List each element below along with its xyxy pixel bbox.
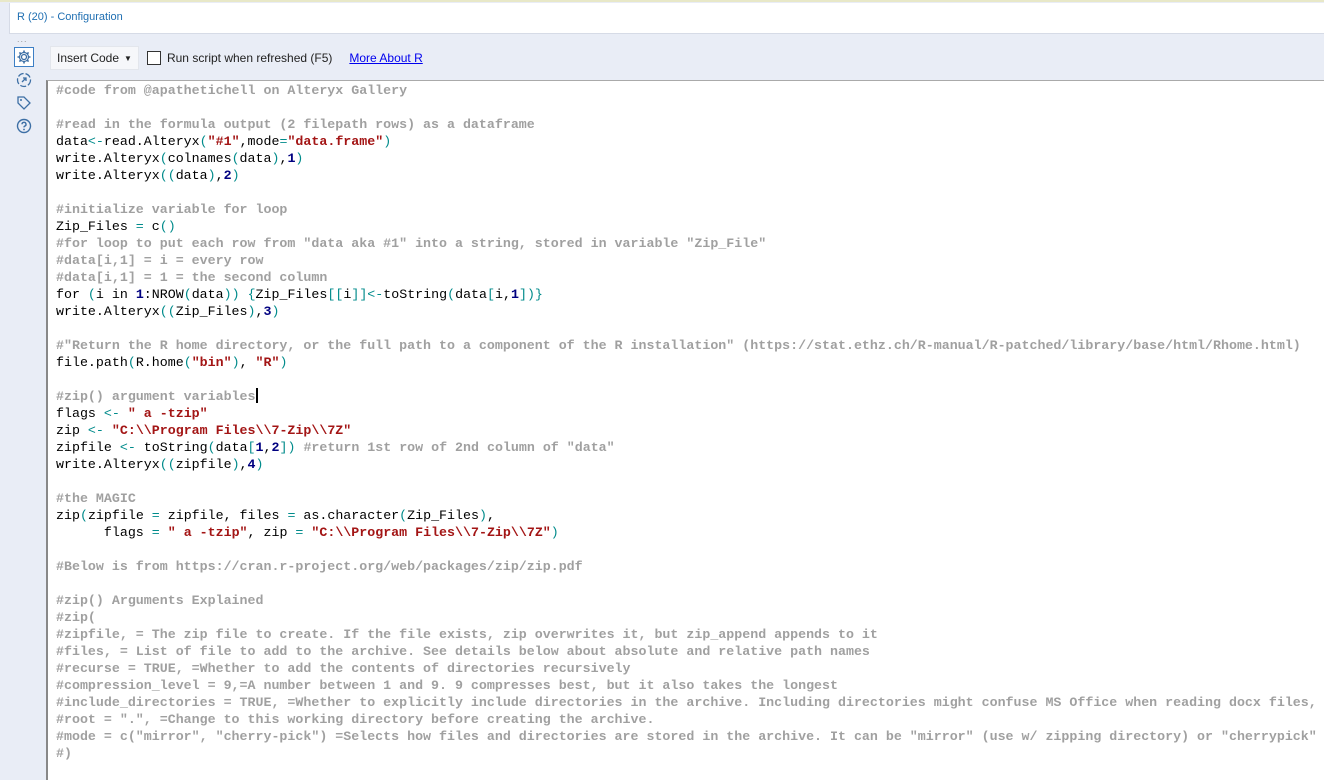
code-line[interactable] xyxy=(56,184,1317,201)
code-line[interactable]: data<-read.Alteryx("#1",mode="data.frame… xyxy=(56,133,1317,150)
code-line[interactable] xyxy=(56,99,1317,116)
code-line[interactable] xyxy=(56,320,1317,337)
code-line[interactable]: #) xyxy=(56,745,1317,762)
tag-icon[interactable] xyxy=(14,93,34,113)
code-line[interactable]: #data[i,1] = 1 = the second column xyxy=(56,269,1317,286)
chevron-down-icon: ▼ xyxy=(124,53,132,63)
code-line[interactable]: write.Alteryx((zipfile),4) xyxy=(56,456,1317,473)
code-line[interactable]: write.Alteryx((Zip_Files),3) xyxy=(56,303,1317,320)
code-line[interactable]: write.Alteryx(colnames(data),1) xyxy=(56,150,1317,167)
code-line[interactable]: #data[i,1] = i = every row xyxy=(56,252,1317,269)
connection-icon[interactable] xyxy=(14,70,34,90)
code-line[interactable]: #mode = c("mirror", "cherry-pick") =Sele… xyxy=(56,728,1317,745)
code-line[interactable]: #zipfile, = The zip file to create. If t… xyxy=(56,626,1317,643)
code-line[interactable]: #zip() Arguments Explained xyxy=(56,592,1317,609)
code-line[interactable]: zip <- "C:\\Program Files\\7-Zip\\7Z" xyxy=(56,422,1317,439)
code-line[interactable]: file.path(R.home("bin"), "R") xyxy=(56,354,1317,371)
code-line[interactable]: #root = ".", =Change to this working dir… xyxy=(56,711,1317,728)
code-line[interactable]: write.Alteryx((data),2) xyxy=(56,167,1317,184)
help-icon[interactable] xyxy=(14,116,34,136)
code-line[interactable]: Zip_Files = c() xyxy=(56,218,1317,235)
text-cursor xyxy=(255,388,258,403)
top-border xyxy=(0,0,1324,2)
code-line[interactable]: #include_directories = TRUE, =Whether to… xyxy=(56,694,1317,711)
code-line[interactable] xyxy=(56,575,1317,592)
run-script-checkbox[interactable] xyxy=(146,51,161,65)
window-title: R (20) - Configuration xyxy=(17,11,123,23)
code-line[interactable]: zip(zipfile = zipfile, files = as.charac… xyxy=(56,507,1317,524)
code-line[interactable]: #"Return the R home directory, or the fu… xyxy=(56,337,1317,354)
code-editor[interactable]: #code from @apathetichell on Alteryx Gal… xyxy=(46,80,1324,780)
code-line[interactable]: #zip( xyxy=(56,609,1317,626)
code-line[interactable]: for (i in 1:NROW(data)) {Zip_Files[[i]]<… xyxy=(56,286,1317,303)
code-line[interactable]: flags = " a -tzip", zip = "C:\\Program F… xyxy=(56,524,1317,541)
code-line[interactable]: flags <- " a -tzip" xyxy=(56,405,1317,422)
code-line[interactable]: #compression_level = 9,=A number between… xyxy=(56,677,1317,694)
code-content[interactable]: #code from @apathetichell on Alteryx Gal… xyxy=(56,82,1317,762)
code-line[interactable]: #initialize variable for loop xyxy=(56,201,1317,218)
code-line[interactable]: zipfile <- toString(data[1,2]) #return 1… xyxy=(56,439,1317,456)
code-line[interactable] xyxy=(56,473,1317,490)
code-line[interactable] xyxy=(56,371,1317,388)
code-line[interactable]: #Below is from https://cran.r-project.or… xyxy=(56,558,1317,575)
more-about-r-link[interactable]: More About R xyxy=(349,51,422,65)
code-line[interactable]: #recurse = TRUE, =Whether to add the con… xyxy=(56,660,1317,677)
code-line[interactable]: #zip() argument variables xyxy=(56,388,1317,405)
panel-grip[interactable]: ... xyxy=(17,34,28,44)
title-bar: R (20) - Configuration xyxy=(9,3,1324,34)
gear-icon[interactable] xyxy=(14,47,34,67)
code-line[interactable]: #read in the formula output (2 filepath … xyxy=(56,116,1317,133)
code-line[interactable] xyxy=(56,541,1317,558)
toolbar: Insert Code ▼ Run script when refreshed … xyxy=(50,46,423,70)
insert-code-label: Insert Code xyxy=(57,51,120,65)
code-line[interactable]: #for loop to put each row from "data aka… xyxy=(56,235,1317,252)
code-line[interactable]: #the MAGIC xyxy=(56,490,1317,507)
code-line[interactable]: #code from @apathetichell on Alteryx Gal… xyxy=(56,82,1317,99)
run-script-label[interactable]: Run script when refreshed (F5) xyxy=(167,51,332,65)
insert-code-dropdown[interactable]: Insert Code ▼ xyxy=(50,46,139,70)
code-line[interactable]: #files, = List of file to add to the arc… xyxy=(56,643,1317,660)
